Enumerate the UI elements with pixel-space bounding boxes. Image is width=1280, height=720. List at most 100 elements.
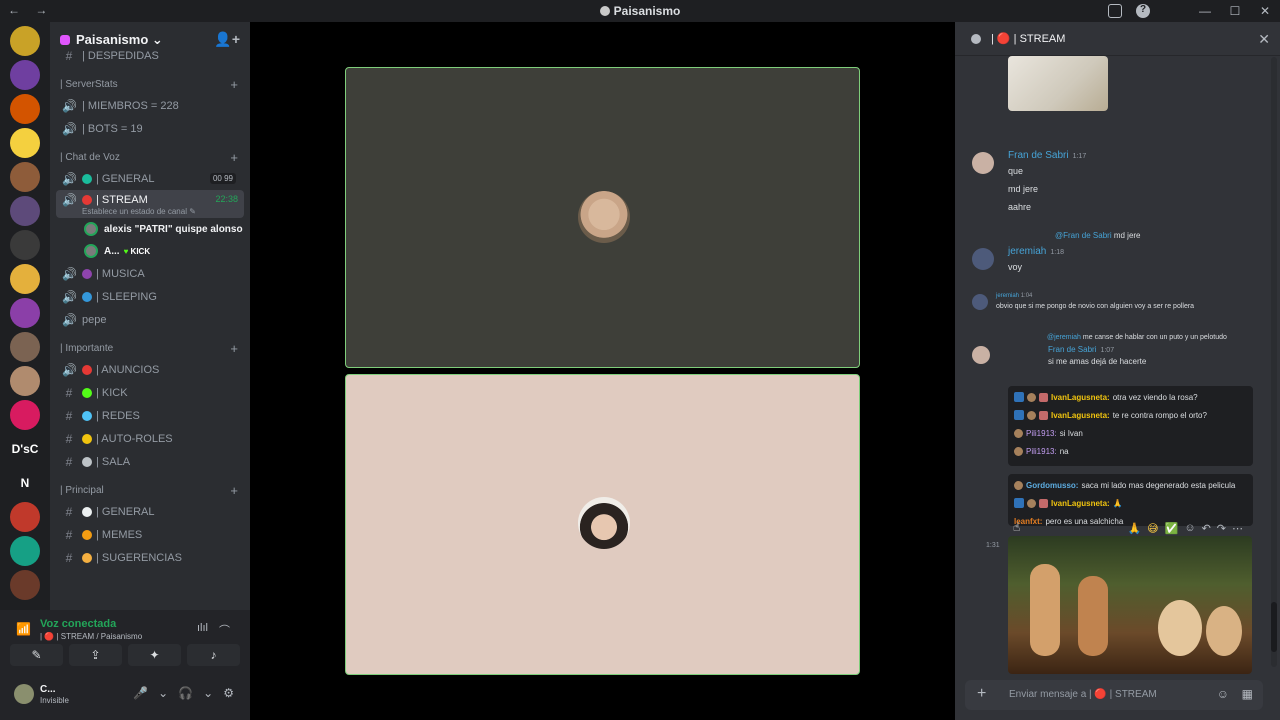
activities-button[interactable]: ✦ <box>128 644 181 666</box>
disconnect-icon[interactable]: ⌒ <box>219 622 230 638</box>
scrollbar-thumb[interactable] <box>1271 602 1277 652</box>
server-icon[interactable] <box>10 60 40 90</box>
noise-suppression-icon[interactable]: ılıl <box>197 622 208 634</box>
message-gif[interactable] <box>1008 536 1252 674</box>
add-channel-icon[interactable]: + <box>230 341 238 356</box>
chevron-down-icon[interactable]: ⌄ <box>158 686 168 700</box>
close-icon[interactable]: ✕ <box>1258 31 1270 48</box>
badge-icon <box>1014 428 1023 438</box>
server-icon-dsc[interactable]: D'sC <box>10 434 40 464</box>
category-chat-de-voz[interactable]: | Chat de Voz + <box>56 140 244 167</box>
chat-header: | 🔴 | STREAM ✕ <box>955 22 1280 56</box>
channel-general-text[interactable]: # | GENERAL <box>56 500 244 523</box>
server-icon[interactable] <box>10 536 40 566</box>
chat-screenshot-embed[interactable]: Gordomusso: saca mi lado mas degenerado e… <box>1008 474 1253 526</box>
avatar[interactable] <box>972 248 994 270</box>
server-icon[interactable] <box>10 502 40 532</box>
channel-auto-roles[interactable]: # | AUTO-ROLES <box>56 427 244 450</box>
server-icon[interactable] <box>10 230 40 260</box>
server-icon[interactable] <box>10 264 40 294</box>
channel-general-voice[interactable]: 🔊 | GENERAL 00 99 <box>56 167 244 190</box>
channel-miembros[interactable]: 🔊 | MIEMBROS = 228 <box>56 94 244 117</box>
soundboard-button[interactable]: ♪ <box>187 644 240 666</box>
reply-preview[interactable]: @jeremiah me canse de hablar con un puto… <box>1047 334 1227 341</box>
help-icon[interactable]: ? <box>1136 4 1150 18</box>
server-icon[interactable] <box>10 332 40 362</box>
chat-title: | 🔴 | STREAM <box>991 33 1066 45</box>
chevron-down-icon[interactable]: ⌄ <box>203 686 213 700</box>
message-author[interactable]: jeremiah 1:04 <box>996 293 1032 299</box>
signal-icon[interactable]: 📶 <box>16 622 31 636</box>
message-image[interactable] <box>1008 56 1108 111</box>
message-text: md jere <box>1008 184 1039 194</box>
reply-preview[interactable]: @Fran de Sabri md jere <box>1055 231 1141 240</box>
announcement-icon <box>82 364 92 375</box>
message-author[interactable]: Fran de Sabri 1:17 <box>1008 150 1086 161</box>
reply-mention: @Fran de Sabri <box>1055 231 1112 240</box>
channel-pepe[interactable]: 🔊 pepe <box>56 308 244 331</box>
avatar[interactable] <box>972 346 990 364</box>
share-screen-button[interactable]: ⇪ <box>69 644 122 666</box>
add-channel-icon[interactable]: + <box>230 150 238 165</box>
channel-sleeping[interactable]: 🔊 | SLEEPING <box>56 285 244 308</box>
avatar[interactable] <box>972 294 988 310</box>
server-icon[interactable] <box>10 366 40 396</box>
add-channel-icon[interactable]: + <box>230 483 238 498</box>
channel-anuncios[interactable]: 🔊 | ANUNCIOS <box>56 358 244 381</box>
category-importante[interactable]: | Importante + <box>56 331 244 358</box>
add-channel-icon[interactable]: + <box>230 77 238 92</box>
attach-plus-icon[interactable]: + <box>977 685 986 703</box>
inbox-icon[interactable] <box>1108 4 1122 18</box>
minimize-icon[interactable]: — <box>1190 0 1220 22</box>
emoji-picker-icon[interactable]: ☺ <box>1217 687 1229 701</box>
channel-sala[interactable]: # | SALA <box>56 450 244 473</box>
channel-despedidas[interactable]: # | DESPEDIDAS <box>56 44 244 67</box>
kick-message: otra vez viendo la rosa? <box>1112 392 1198 402</box>
server-icon[interactable] <box>10 162 40 192</box>
voice-connected-label: Voz conectada <box>40 618 117 630</box>
message-author[interactable]: jeremiah 1:18 <box>1008 246 1064 257</box>
user-status: Invisible <box>40 696 69 705</box>
server-icon[interactable] <box>10 26 40 56</box>
voice-user[interactable]: A... KICK <box>56 240 244 262</box>
message-author[interactable]: Fran de Sabri 1:07 <box>1048 345 1114 354</box>
channel-kick[interactable]: # | KICK <box>56 381 244 404</box>
server-icon[interactable] <box>10 94 40 124</box>
channel-sugerencias[interactable]: # | SUGERENCIAS <box>56 546 244 569</box>
apps-icon[interactable]: ▦ <box>1242 687 1253 701</box>
chat-scrollbar[interactable] <box>1271 57 1277 667</box>
channel-memes[interactable]: # | MEMES <box>56 523 244 546</box>
channel-bots[interactable]: 🔊 | BOTS = 19 <box>56 117 244 140</box>
microphone-icon[interactable]: 🎤 <box>133 686 148 700</box>
server-icon[interactable] <box>10 298 40 328</box>
camera-button[interactable]: ✎ <box>10 644 63 666</box>
channel-stream[interactable]: 🔊 | STREAM 22:38 Establece un estado de can… <box>56 190 244 218</box>
category-principal[interactable]: | Principal + <box>56 473 244 500</box>
server-icon-n[interactable]: N <box>10 468 40 498</box>
channel-status-prompt[interactable]: Establece un estado de canal ✎ <box>62 207 238 216</box>
headset-icon[interactable]: 🎧 <box>178 686 193 700</box>
channel-redes[interactable]: # | REDES <box>56 404 244 427</box>
server-icon[interactable] <box>10 128 40 158</box>
server-icon[interactable] <box>10 196 40 226</box>
close-window-icon[interactable]: ✕ <box>1250 0 1280 22</box>
voice-user[interactable]: alexis "PATRI" quispe alonso <box>56 218 244 240</box>
chat-screenshot-embed[interactable]: IvanLagusneta: otra vez viendo la rosa? I… <box>1008 386 1253 466</box>
server-icon[interactable] <box>10 570 40 600</box>
user-name[interactable]: C... <box>40 684 56 695</box>
maximize-icon[interactable]: ☐ <box>1220 0 1250 22</box>
gear-icon[interactable]: ⚙ <box>223 686 234 700</box>
avatar[interactable] <box>972 152 994 174</box>
message-text: voy <box>1008 262 1023 272</box>
participant-tile[interactable] <box>345 374 860 675</box>
message-input[interactable]: Enviar mensaje a | 🔴 | STREAM <box>1009 689 1157 700</box>
zzz-icon <box>82 291 92 302</box>
voice-channel-link[interactable]: | 🔴 | STREAM / Paisanismo <box>40 632 142 641</box>
avatar[interactable] <box>14 684 34 704</box>
message-composer[interactable]: + Enviar mensaje a | 🔴 | STREAM ☺ ▦ <box>965 680 1263 710</box>
category-serverstats[interactable]: | ServerStats + <box>56 67 244 94</box>
server-icon[interactable] <box>10 400 40 430</box>
badge-icon <box>1027 392 1036 402</box>
channel-musica[interactable]: 🔊 | MUSICA <box>56 262 244 285</box>
participant-tile[interactable] <box>345 67 860 368</box>
